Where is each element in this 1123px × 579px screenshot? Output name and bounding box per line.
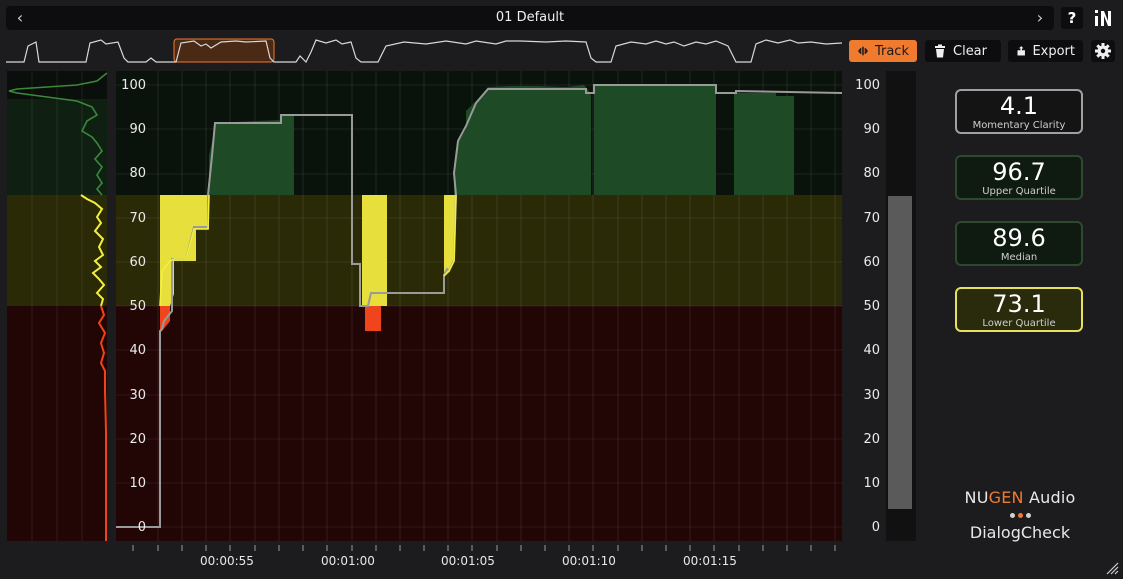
overview-selection[interactable] xyxy=(173,38,275,63)
time-label: 00:00:55 xyxy=(200,554,254,568)
settings-button[interactable] xyxy=(1091,40,1115,62)
brand-name: NUGEN Audio xyxy=(940,488,1100,507)
readout-label: Momentary Clarity xyxy=(972,120,1066,131)
right-tick: 50 xyxy=(863,299,880,314)
median-readout: 89.6 Median xyxy=(955,221,1083,266)
readout-label: Lower Quartile xyxy=(982,318,1056,329)
readout-value: 4.1 xyxy=(999,92,1039,120)
clear-button[interactable]: Clear xyxy=(925,40,1001,62)
readout-label: Upper Quartile xyxy=(982,186,1056,197)
resize-grip-icon[interactable] xyxy=(1105,561,1119,575)
meter-track xyxy=(886,71,916,541)
upper-quartile-readout: 96.7 Upper Quartile xyxy=(955,155,1083,200)
right-tick: 0 xyxy=(871,520,880,535)
right-tick: 60 xyxy=(863,255,880,270)
clear-label: Clear xyxy=(953,43,987,59)
right-tick: 90 xyxy=(863,122,880,137)
right-tick: 100 xyxy=(855,78,880,93)
preset-title[interactable]: 01 Default xyxy=(6,6,1054,30)
brand-audio: Audio xyxy=(1023,488,1076,507)
left-axis: 100 90 80 70 60 50 40 30 20 10 0 xyxy=(110,71,148,541)
brand-nu: NU xyxy=(964,488,989,507)
readout-value: 96.7 xyxy=(992,158,1046,186)
product-name: DialogCheck xyxy=(969,523,1071,542)
meter-bar xyxy=(888,195,912,509)
brand-gen: GEN xyxy=(988,488,1024,507)
right-tick: 80 xyxy=(863,166,880,181)
momentary-clarity-readout: 4.1 Momentary Clarity xyxy=(955,89,1083,134)
right-tick: 20 xyxy=(863,432,880,447)
left-tick: 40 xyxy=(129,343,146,358)
time-label: 00:01:05 xyxy=(441,554,495,568)
clarity-history-chart xyxy=(116,71,842,541)
right-tick: 10 xyxy=(863,476,880,491)
left-tick: 90 xyxy=(129,122,146,137)
left-tick: 60 xyxy=(129,255,146,270)
brand-dots-icon xyxy=(940,513,1100,519)
left-tick: 10 xyxy=(129,476,146,491)
time-label: 00:01:15 xyxy=(683,554,737,568)
nugen-logo[interactable] xyxy=(1092,7,1114,29)
right-tick: 70 xyxy=(863,211,880,226)
left-tick: 0 xyxy=(137,520,146,535)
left-tick: 20 xyxy=(129,432,146,447)
gear-icon xyxy=(1095,43,1111,59)
chevron-right-icon[interactable]: › xyxy=(1028,6,1052,30)
left-tick: 100 xyxy=(121,78,146,93)
readout-value: 73.1 xyxy=(992,290,1046,318)
preset-bar: ‹ 01 Default › xyxy=(6,6,1054,30)
help-button[interactable]: ? xyxy=(1061,7,1083,29)
left-tick: 30 xyxy=(129,388,146,403)
clarity-meter: 100 90 80 70 60 50 40 30 20 10 0 xyxy=(850,71,920,541)
brand-block: NUGEN Audio DialogCheck xyxy=(940,488,1100,542)
track-label: Track xyxy=(874,43,909,59)
readout-label: Median xyxy=(1000,252,1038,263)
lower-quartile-readout: 73.1 Lower Quartile xyxy=(955,287,1083,332)
export-label: Export xyxy=(1032,43,1075,59)
left-tick: 70 xyxy=(129,211,146,226)
export-button[interactable]: Export xyxy=(1008,40,1083,62)
time-label: 00:01:10 xyxy=(562,554,616,568)
nugen-logo-icon xyxy=(1095,10,1111,26)
distribution-histogram xyxy=(7,71,107,541)
time-label: 00:01:00 xyxy=(321,554,375,568)
track-icon xyxy=(858,46,868,56)
overview-strip[interactable] xyxy=(6,38,842,64)
left-tick: 80 xyxy=(129,166,146,181)
trash-icon xyxy=(935,44,945,58)
readout-value: 89.6 xyxy=(992,224,1046,252)
track-button[interactable]: Track xyxy=(849,40,917,62)
right-tick: 30 xyxy=(863,388,880,403)
time-labels: 00:00:55 00:01:00 00:01:05 00:01:10 00:0… xyxy=(116,554,842,572)
export-icon xyxy=(1017,46,1025,56)
right-tick: 40 xyxy=(863,343,880,358)
left-tick: 50 xyxy=(129,299,146,314)
